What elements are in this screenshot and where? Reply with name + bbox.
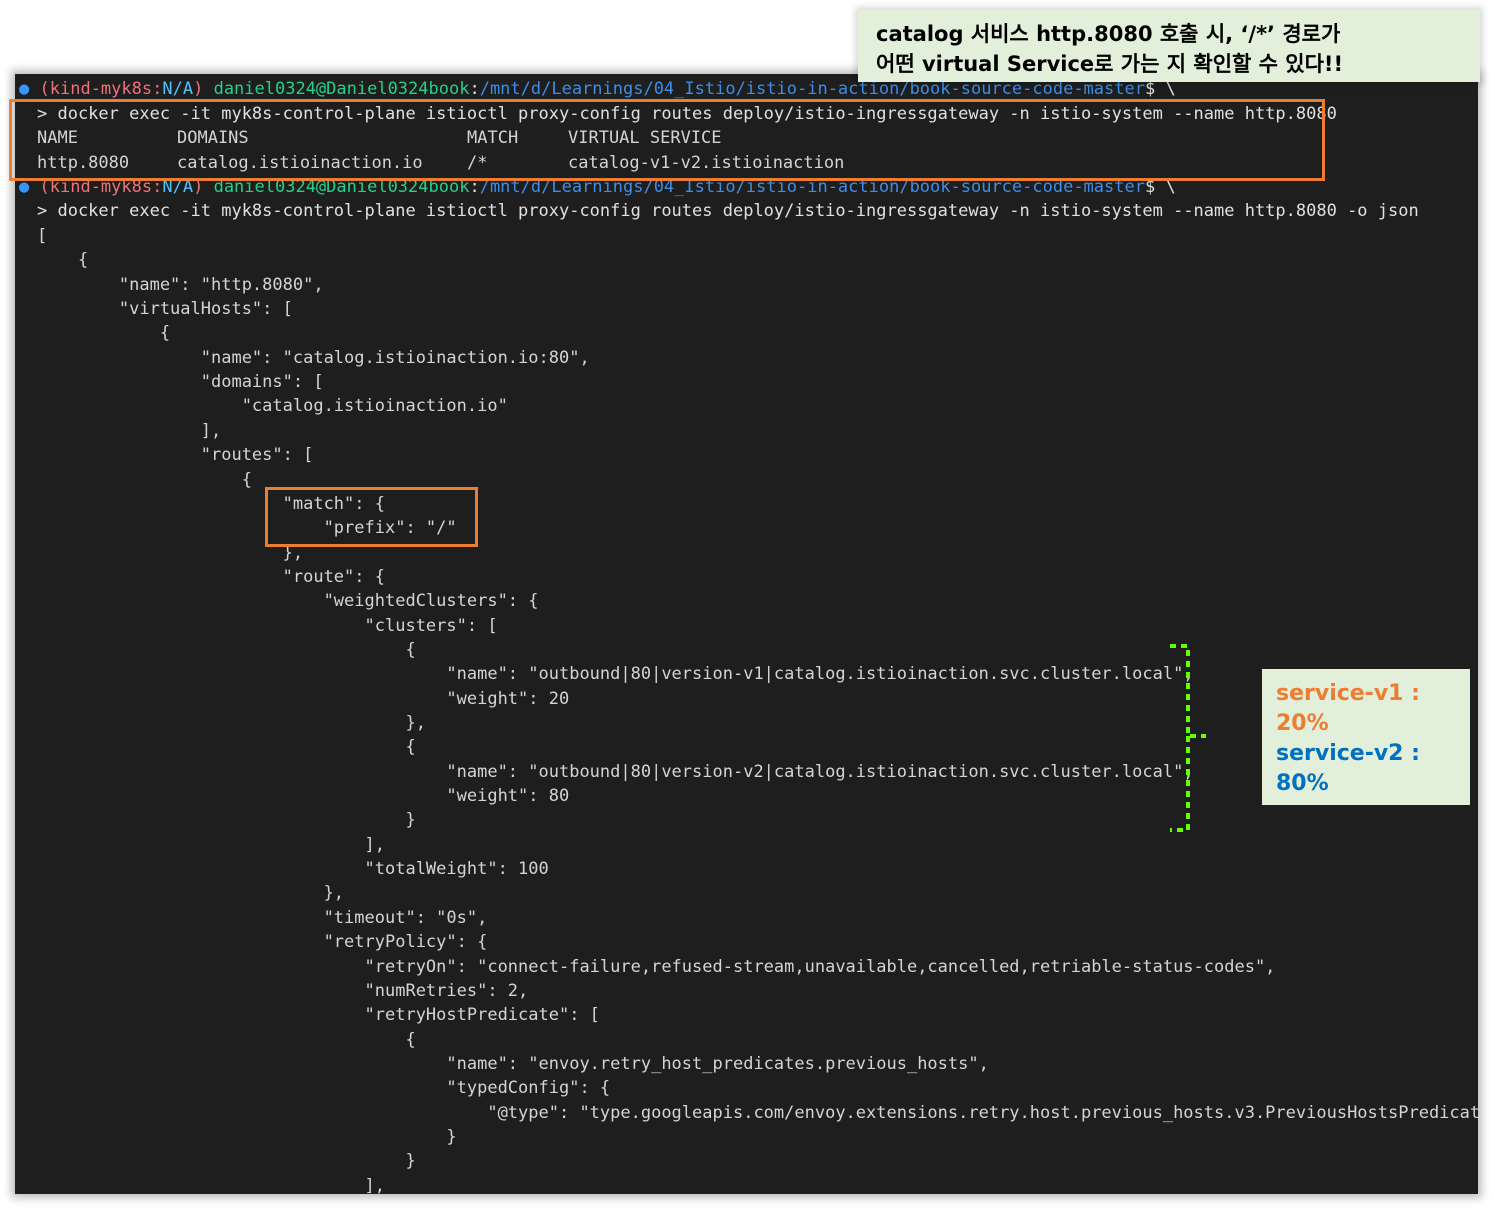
prompt-na: N/A [162, 79, 194, 99]
json-line: { [37, 323, 171, 344]
weight-legend: service-v1 : 20% service-v2 : 80% [1262, 669, 1470, 805]
prompt-dot-icon: ● [19, 79, 30, 99]
json-line: "@type": "type.googleapis.com/envoy.exte… [37, 1102, 1478, 1123]
command-line-2: > docker exec -it myk8s-control-plane is… [37, 201, 1419, 221]
json-line: ], [37, 420, 222, 441]
json-line: "name": "envoy.retry_host_predicates.pre… [37, 1053, 989, 1074]
json-line: "retryHostPredicate": [ [37, 1005, 600, 1026]
prompt-path: /mnt/d/Learnings/04_Istio/istio-in-actio… [479, 79, 1145, 99]
json-line: "name": "http.8080", [37, 274, 324, 295]
json-line: [ [37, 226, 48, 246]
json-line: "virtualHosts": [ [37, 299, 293, 320]
json-line: "weight": 20 [37, 688, 570, 709]
json-line: "clusters": [ [37, 615, 498, 636]
prompt-user: daniel0324@Daniel0324book [213, 79, 470, 99]
json-line: "catalog.istioinaction.io" [37, 396, 508, 417]
json-line: "name": "outbound|80|version-v2|catalog.… [37, 761, 1194, 782]
json-line: } [37, 1126, 457, 1147]
json-line: "typedConfig": { [37, 1078, 611, 1099]
json-line: }, [37, 542, 304, 563]
legend-v1-label: service-v1 : [1276, 681, 1420, 706]
legend-v1-value: 20% [1276, 711, 1329, 736]
json-line: }, [37, 713, 426, 733]
json-line: { [37, 250, 89, 271]
annotation-line-1: catalog 서비스 http.8080 호출 시, ‘/*’ 경로가 [876, 22, 1341, 46]
json-line: "retryPolicy": { [37, 932, 488, 953]
json-line: }, [37, 883, 345, 904]
json-line: { [37, 639, 416, 660]
annotation-note: catalog 서비스 http.8080 호출 시, ‘/*’ 경로가 어떤 … [858, 10, 1480, 82]
json-line: { [37, 737, 416, 758]
json-line: { [37, 1029, 416, 1050]
json-line: ], [37, 834, 385, 855]
green-brace-icon [1170, 644, 1206, 832]
json-line: "name": "outbound|80|version-v1|catalog.… [37, 664, 1194, 685]
legend-v2-value: 80% [1276, 771, 1329, 796]
json-line: "numRetries": 2, [37, 980, 529, 1001]
json-line: } [37, 810, 416, 831]
match-prefix-highlight-box [265, 487, 478, 547]
json-line: "timeout": "0s", [37, 907, 488, 928]
json-line: "retryOn": "connect-failure,refused-stre… [37, 956, 1276, 977]
command-output-highlight-box [9, 99, 1325, 181]
annotation-line-2: 어떤 virtual Service로 가는 지 확인할 수 있다!! [876, 52, 1344, 76]
json-line: "weight": 80 [37, 786, 570, 807]
json-line: "route": { [37, 566, 385, 587]
legend-v2-label: service-v2 : [1276, 741, 1420, 766]
json-line: "weightedClusters": { [37, 591, 539, 612]
json-line: { [37, 469, 252, 490]
json-line: } [37, 1151, 416, 1172]
json-line: ], [37, 1175, 385, 1194]
json-line: "name": "catalog.istioinaction.io:80", [37, 347, 590, 368]
json-line: "routes": [ [37, 445, 314, 466]
json-line: "totalWeight": 100 [37, 859, 549, 880]
json-line: "domains": [ [37, 372, 324, 393]
terminal-window[interactable]: ● (kind-myk8s:N/A) daniel0324@Daniel0324… [15, 74, 1478, 1194]
prompt-env: kind-myk8s [49, 79, 153, 99]
